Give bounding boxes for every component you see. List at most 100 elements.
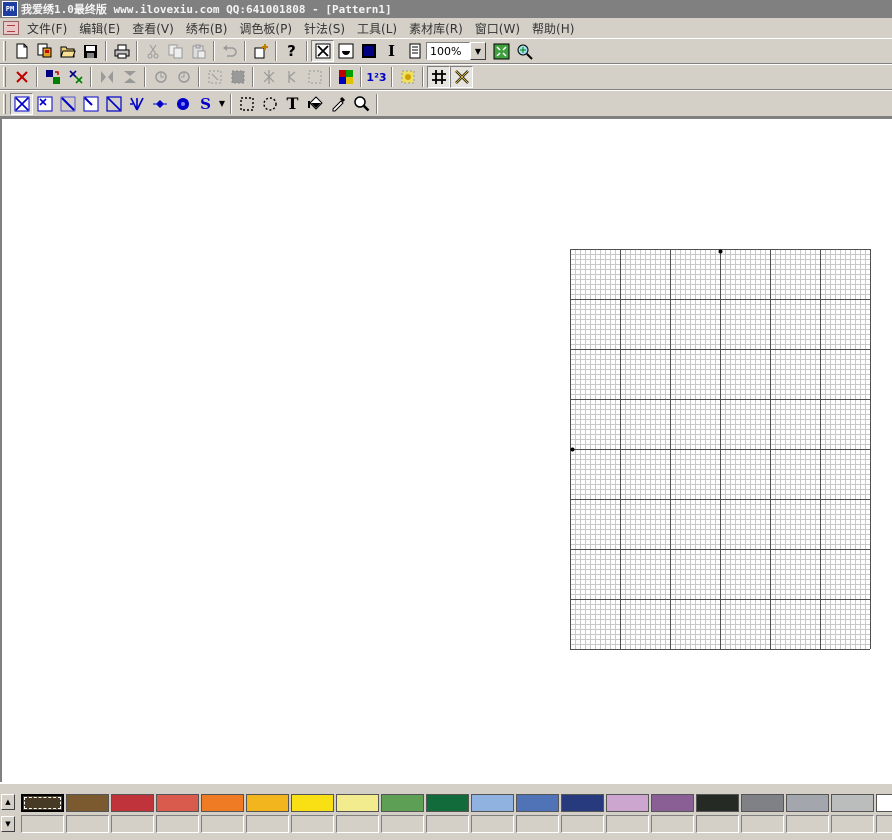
open-template-icon[interactable] [33, 40, 56, 62]
rectangle-select-icon[interactable] [235, 93, 258, 115]
flip-horizontal-icon[interactable] [95, 66, 118, 88]
palette-empty-slot[interactable] [21, 815, 64, 833]
menu-window[interactable]: 窗口(W) [469, 20, 526, 37]
open-folder-icon[interactable] [56, 40, 79, 62]
palette-swatch[interactable] [651, 794, 694, 812]
bead-icon[interactable] [171, 93, 194, 115]
palette-swatch[interactable] [741, 794, 784, 812]
palette-swatch[interactable] [111, 794, 154, 812]
swap-color-icon[interactable] [64, 66, 87, 88]
palette-swatch[interactable] [471, 794, 514, 812]
toolbar-grip[interactable] [3, 93, 6, 114]
quarter-stitch-icon[interactable] [79, 93, 102, 115]
zoom-fit-icon[interactable] [490, 40, 513, 62]
palette-swatch[interactable] [831, 794, 874, 812]
highlight-icon[interactable] [396, 66, 419, 88]
toolbar-grip[interactable] [3, 41, 6, 61]
menu-library[interactable]: 素材库(R) [403, 20, 469, 37]
palette-swatch[interactable] [561, 794, 604, 812]
palette-swatch[interactable] [66, 794, 109, 812]
menu-view[interactable]: 查看(V) [126, 20, 180, 37]
palette-swatch[interactable] [606, 794, 649, 812]
delete-icon[interactable] [10, 66, 33, 88]
palette-swatch[interactable] [246, 794, 289, 812]
palette-empty-slot[interactable] [831, 815, 874, 833]
help-icon[interactable]: ? [280, 40, 303, 62]
toolbar-grip[interactable] [3, 67, 6, 87]
block-view-icon[interactable] [357, 40, 380, 62]
palette-empty-slot[interactable] [561, 815, 604, 833]
paste-icon[interactable] [187, 40, 210, 62]
eyedropper-icon[interactable] [327, 93, 350, 115]
symbol-view-icon[interactable] [334, 40, 357, 62]
fill-area-icon[interactable] [226, 66, 249, 88]
backstitch-icon[interactable] [125, 93, 148, 115]
palette-swatch[interactable] [291, 794, 334, 812]
palette-swatch[interactable] [156, 794, 199, 812]
palette-swatch[interactable] [381, 794, 424, 812]
palette-empty-slot[interactable] [696, 815, 739, 833]
grid-toggle-icon[interactable] [427, 66, 450, 88]
half-stitch-icon[interactable] [56, 93, 79, 115]
palette-empty-slot[interactable] [66, 815, 109, 833]
palette-swatch[interactable] [786, 794, 829, 812]
fill-bucket-icon[interactable] [304, 93, 327, 115]
palette-empty-slot[interactable] [651, 815, 694, 833]
palette-scroll-down-button[interactable]: ▼ [1, 816, 15, 832]
save-icon[interactable] [79, 40, 102, 62]
select-all-icon[interactable] [203, 66, 226, 88]
palette-empty-slot[interactable] [606, 815, 649, 833]
menu-fabric[interactable]: 绣布(B) [180, 20, 234, 37]
page-icon[interactable] [403, 40, 426, 62]
zoom-dropdown-button[interactable]: ▼ [470, 42, 486, 60]
print-icon[interactable] [110, 40, 133, 62]
menu-tools[interactable]: 工具(L) [351, 20, 403, 37]
app-icon[interactable]: PM [2, 1, 18, 17]
full-stitch-view-icon[interactable] [311, 40, 334, 62]
menu-stitch[interactable]: 针法(S) [298, 20, 351, 37]
palette-empty-slot[interactable] [201, 815, 244, 833]
cross-view-icon[interactable] [450, 66, 473, 88]
menu-edit[interactable]: 编辑(E) [73, 20, 126, 37]
palette-swatch[interactable] [876, 794, 892, 812]
palette-empty-slot[interactable] [516, 815, 559, 833]
crop-icon[interactable] [303, 66, 326, 88]
lasso-select-icon[interactable] [258, 93, 281, 115]
menu-file[interactable]: 文件(F) [21, 20, 73, 37]
palette-empty-slot[interactable] [291, 815, 334, 833]
palette-empty-slot[interactable] [156, 815, 199, 833]
petite-stitch-icon[interactable] [102, 93, 125, 115]
french-knot-icon[interactable] [148, 93, 171, 115]
palette-swatch[interactable] [336, 794, 379, 812]
palette-empty-slot[interactable] [381, 815, 424, 833]
cut-icon[interactable] [141, 40, 164, 62]
undo-icon[interactable] [218, 40, 241, 62]
menu-palette[interactable]: 调色板(P) [233, 20, 298, 37]
palette-scroll-up-button[interactable]: ▲ [1, 794, 15, 810]
palette-swatch[interactable] [426, 794, 469, 812]
palette-empty-slot[interactable] [246, 815, 289, 833]
magnifier-icon[interactable] [350, 93, 373, 115]
copy-icon[interactable] [164, 40, 187, 62]
mirror-icon[interactable] [257, 66, 280, 88]
document-icon[interactable] [3, 21, 19, 35]
text-tool-icon[interactable]: T [281, 93, 304, 115]
menu-help[interactable]: 帮助(H) [526, 20, 580, 37]
palette-empty-slot[interactable] [876, 815, 892, 833]
flip-vertical-icon[interactable] [118, 66, 141, 88]
zoom-select[interactable]: 100% [426, 42, 470, 60]
half-mirror-icon[interactable] [280, 66, 303, 88]
new-file-icon[interactable] [10, 40, 33, 62]
full-cross-stitch-icon[interactable] [10, 92, 33, 115]
color-grid-icon[interactable] [334, 66, 357, 88]
text-cursor-icon[interactable]: I [380, 40, 403, 62]
insert-object-icon[interactable] [249, 40, 272, 62]
rotate-left-icon[interactable] [149, 66, 172, 88]
palette-swatch[interactable] [696, 794, 739, 812]
palette-swatch[interactable] [201, 794, 244, 812]
palette-empty-slot[interactable] [786, 815, 829, 833]
palette-swatch[interactable] [21, 794, 64, 812]
replace-color-icon[interactable] [41, 66, 64, 88]
pattern-grid[interactable] [570, 249, 871, 650]
palette-empty-slot[interactable] [111, 815, 154, 833]
